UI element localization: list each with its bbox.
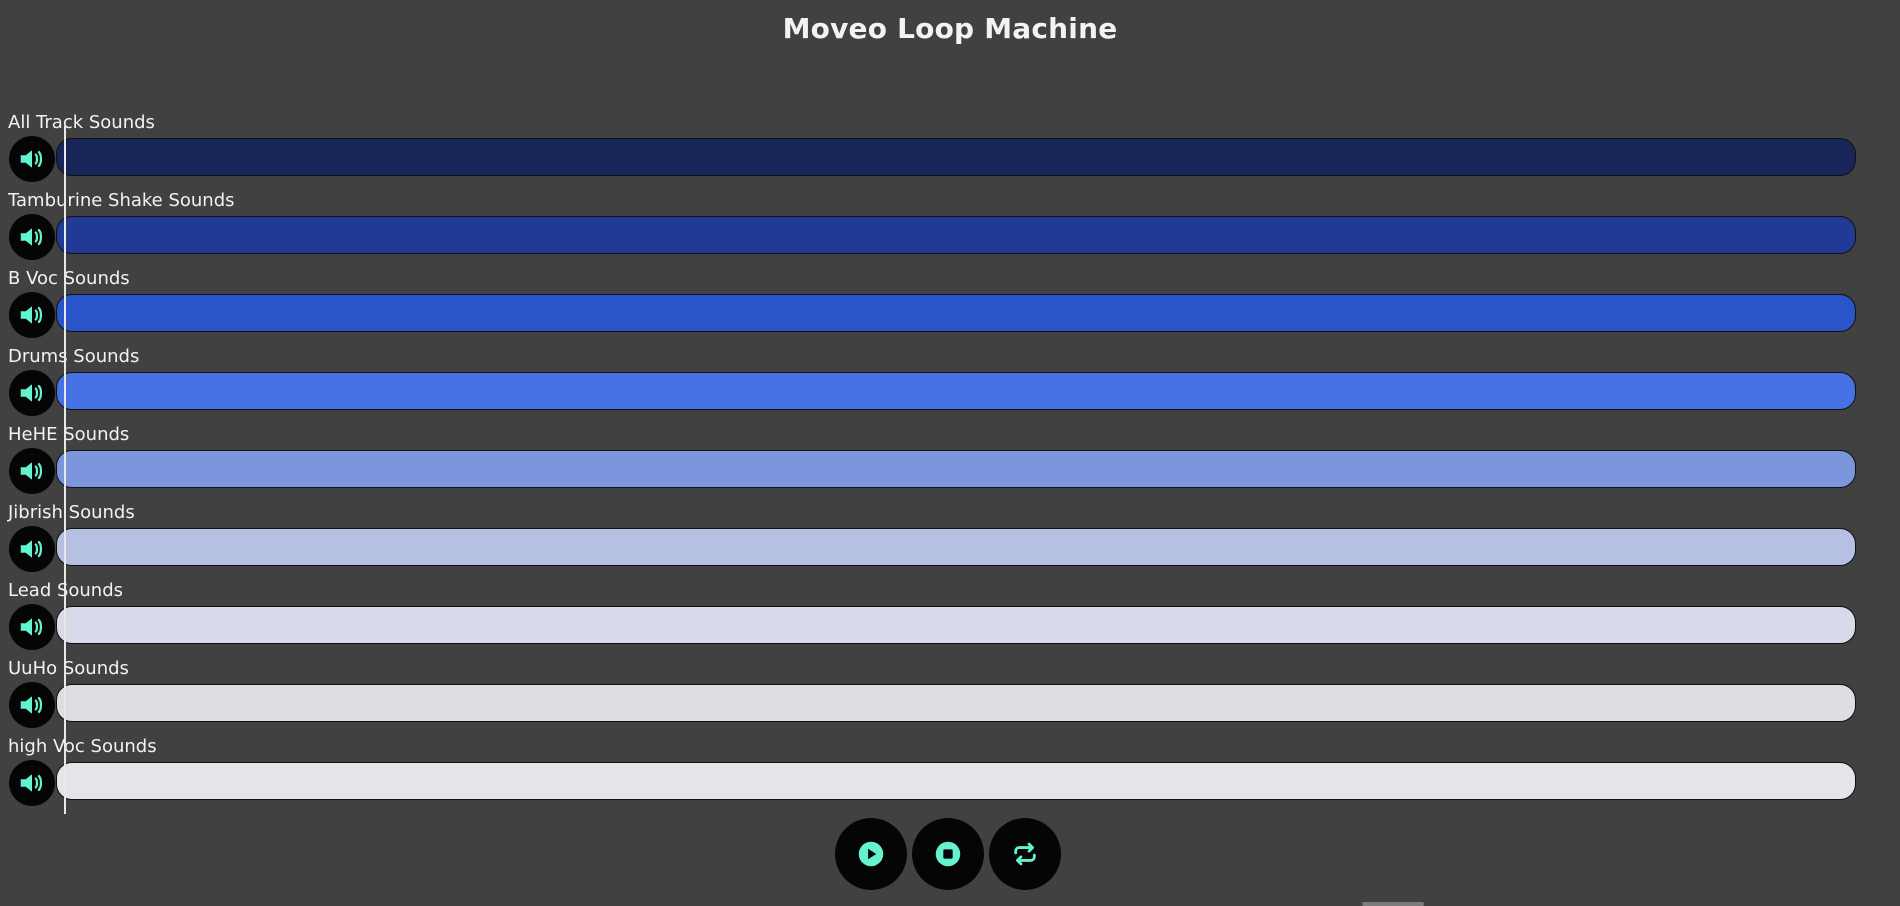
speaker-icon bbox=[20, 150, 43, 168]
mute-button[interactable] bbox=[9, 682, 55, 728]
speaker-icon bbox=[20, 462, 43, 480]
horizontal-scrollbar-thumb[interactable] bbox=[1362, 902, 1424, 906]
speaker-icon bbox=[20, 540, 43, 558]
speaker-icon bbox=[20, 618, 43, 636]
track-row-jibrish: Jibrish Sounds bbox=[0, 502, 1900, 580]
loop-button[interactable] bbox=[989, 818, 1061, 890]
track-label: All Track Sounds bbox=[8, 112, 155, 133]
track-label: UuHo Sounds bbox=[8, 658, 129, 679]
track-row-b-voc: B Voc Sounds bbox=[0, 268, 1900, 346]
playhead-cursor[interactable] bbox=[64, 126, 66, 814]
track-waveform-bar[interactable] bbox=[56, 762, 1856, 800]
track-label: high Voc Sounds bbox=[8, 736, 157, 757]
speaker-icon bbox=[20, 384, 43, 402]
mute-button[interactable] bbox=[9, 292, 55, 338]
track-label: Tamburine Shake Sounds bbox=[8, 190, 235, 211]
speaker-icon bbox=[20, 306, 43, 324]
play-button[interactable] bbox=[835, 818, 907, 890]
speaker-icon bbox=[20, 774, 43, 792]
track-waveform-bar[interactable] bbox=[56, 216, 1856, 254]
mute-button[interactable] bbox=[9, 760, 55, 806]
track-row-hehe: HeHE Sounds bbox=[0, 424, 1900, 502]
track-row-drums: Drums Sounds bbox=[0, 346, 1900, 424]
track-label: Jibrish Sounds bbox=[8, 502, 135, 523]
track-waveform-bar[interactable] bbox=[56, 138, 1856, 176]
mute-button[interactable] bbox=[9, 214, 55, 260]
play-icon bbox=[858, 841, 884, 867]
track-waveform-bar[interactable] bbox=[56, 450, 1856, 488]
mute-button[interactable] bbox=[9, 526, 55, 572]
speaker-icon bbox=[20, 228, 43, 246]
mute-button[interactable] bbox=[9, 448, 55, 494]
track-label: B Voc Sounds bbox=[8, 268, 130, 289]
stop-button[interactable] bbox=[912, 818, 984, 890]
transport-controls bbox=[835, 818, 1065, 890]
mute-button[interactable] bbox=[9, 370, 55, 416]
track-label: Drums Sounds bbox=[8, 346, 140, 367]
track-row-lead: Lead Sounds bbox=[0, 580, 1900, 658]
tracks-list: All Track Sounds Tamburine Shake Sounds … bbox=[0, 0, 1900, 906]
stop-icon bbox=[935, 841, 961, 867]
track-waveform-bar[interactable] bbox=[56, 528, 1856, 566]
mute-button[interactable] bbox=[9, 136, 55, 182]
track-waveform-bar[interactable] bbox=[56, 372, 1856, 410]
track-row-all-track: All Track Sounds bbox=[0, 112, 1900, 190]
track-row-tamburine-shake: Tamburine Shake Sounds bbox=[0, 190, 1900, 268]
track-row-uuho: UuHo Sounds bbox=[0, 658, 1900, 736]
track-waveform-bar[interactable] bbox=[56, 684, 1856, 722]
track-waveform-bar[interactable] bbox=[56, 294, 1856, 332]
track-row-high-voc: high Voc Sounds bbox=[0, 736, 1900, 814]
repeat-icon bbox=[1014, 842, 1036, 866]
track-label: HeHE Sounds bbox=[8, 424, 130, 445]
track-waveform-bar[interactable] bbox=[56, 606, 1856, 644]
speaker-icon bbox=[20, 696, 43, 714]
mute-button[interactable] bbox=[9, 604, 55, 650]
